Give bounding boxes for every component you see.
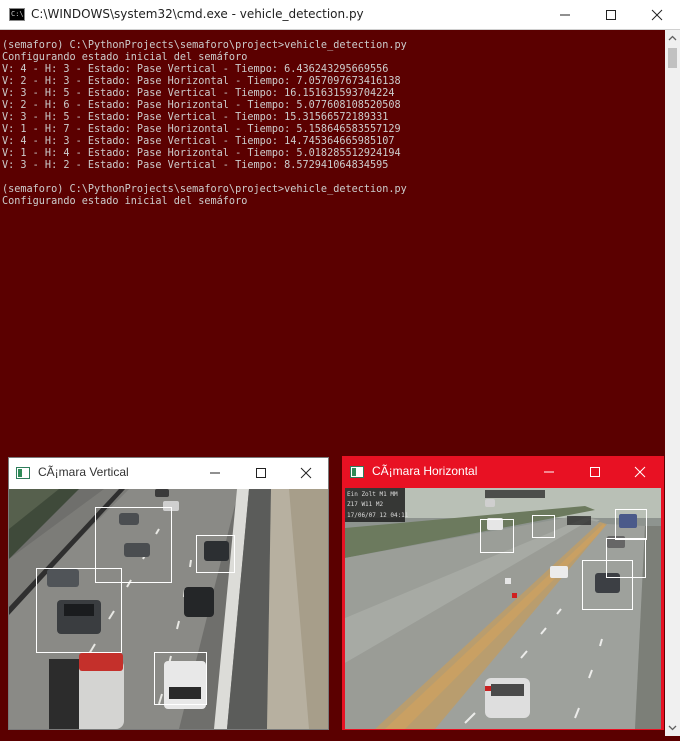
overlay-text: Ein Zolt M1 MM [347, 491, 398, 498]
maximize-icon [590, 467, 600, 477]
camera-vertical-frame [9, 489, 328, 729]
console-line: Configurando estado inicial del semáforo [2, 52, 248, 63]
chevron-down-icon [668, 725, 677, 731]
console-line: V: 2 - H: 6 - Estado: Pase Horizontal - … [2, 100, 401, 111]
chevron-up-icon [668, 35, 677, 41]
close-icon [634, 466, 646, 478]
camera-horizontal-minimize-button[interactable] [526, 457, 572, 487]
overlay-text: 17/06/07 12 04:11 [347, 512, 409, 519]
camera-vertical-window[interactable]: CÃ¡mara Vertical [8, 457, 329, 730]
opencv-window-icon [16, 467, 30, 479]
detection-box [196, 535, 235, 573]
console-line: V: 2 - H: 3 - Estado: Pase Horizontal - … [2, 76, 401, 87]
overlay-text: Z17 W11 M2 [347, 501, 384, 508]
minimize-icon [560, 14, 570, 16]
maximize-button[interactable] [588, 0, 634, 30]
detection-box [36, 568, 122, 653]
detection-box [480, 519, 514, 553]
minimize-button[interactable] [542, 0, 588, 30]
camera-horizontal-title-bar[interactable]: CÃ¡mara Horizontal [343, 457, 663, 487]
detection-box [532, 515, 555, 538]
camera-horizontal-window[interactable]: CÃ¡mara Horizontal Ein Zolt M1 MM Z17 W1… [342, 456, 664, 730]
scroll-up-button[interactable] [665, 30, 680, 47]
console-line: (semaforo) C:\PythonProjects\semaforo\pr… [2, 40, 407, 51]
camera-horizontal-maximize-button[interactable] [572, 457, 618, 487]
console-window-title: C:\WINDOWS\system32\cmd.exe - vehicle_de… [31, 7, 364, 21]
minimize-icon [544, 471, 554, 473]
detection-box [615, 509, 647, 540]
camera-vertical-close-button[interactable] [283, 458, 329, 488]
close-button[interactable] [634, 0, 680, 30]
camera-vertical-minimize-button[interactable] [192, 458, 238, 488]
cmd-icon: C:\ [9, 8, 25, 21]
console-line: V: 3 - H: 5 - Estado: Pase Vertical - Ti… [2, 112, 389, 123]
minimize-icon [210, 472, 220, 474]
maximize-icon [256, 468, 266, 478]
console-title-bar[interactable]: C:\ C:\WINDOWS\system32\cmd.exe - vehicl… [0, 0, 680, 30]
console-line: Configurando estado inicial del semáforo [2, 196, 248, 207]
opencv-window-icon [350, 466, 364, 478]
detection-box [582, 560, 633, 610]
close-icon [651, 9, 663, 21]
camera-horizontal-title: CÃ¡mara Horizontal [372, 464, 478, 478]
camera-vertical-maximize-button[interactable] [238, 458, 284, 488]
console-line: (semaforo) C:\PythonProjects\semaforo\pr… [2, 184, 407, 195]
camera-vertical-title-bar[interactable]: CÃ¡mara Vertical [9, 458, 328, 488]
camera-horizontal-frame: Ein Zolt M1 MM Z17 W11 M2 17/06/07 12 04… [345, 488, 661, 729]
console-line: V: 1 - H: 7 - Estado: Pase Horizontal - … [2, 124, 401, 135]
console-line: V: 4 - H: 3 - Estado: Pase Vertical - Ti… [2, 64, 389, 75]
detection-box [154, 652, 207, 705]
camera-vertical-title: CÃ¡mara Vertical [38, 465, 129, 479]
console-scrollbar[interactable] [665, 30, 680, 736]
scroll-thumb[interactable] [668, 48, 677, 68]
console-output: (semaforo) C:\PythonProjects\semaforo\pr… [2, 40, 407, 208]
console-line: V: 3 - H: 5 - Estado: Pase Vertical - Ti… [2, 88, 395, 99]
camera-horizontal-close-button[interactable] [617, 457, 663, 487]
scroll-down-button[interactable] [665, 719, 680, 736]
console-line: V: 1 - H: 4 - Estado: Pase Horizontal - … [2, 148, 401, 159]
maximize-icon [606, 10, 616, 20]
console-line: V: 4 - H: 3 - Estado: Pase Vertical - Ti… [2, 136, 395, 147]
close-icon [300, 467, 312, 479]
console-line: V: 3 - H: 2 - Estado: Pase Vertical - Ti… [2, 160, 389, 171]
